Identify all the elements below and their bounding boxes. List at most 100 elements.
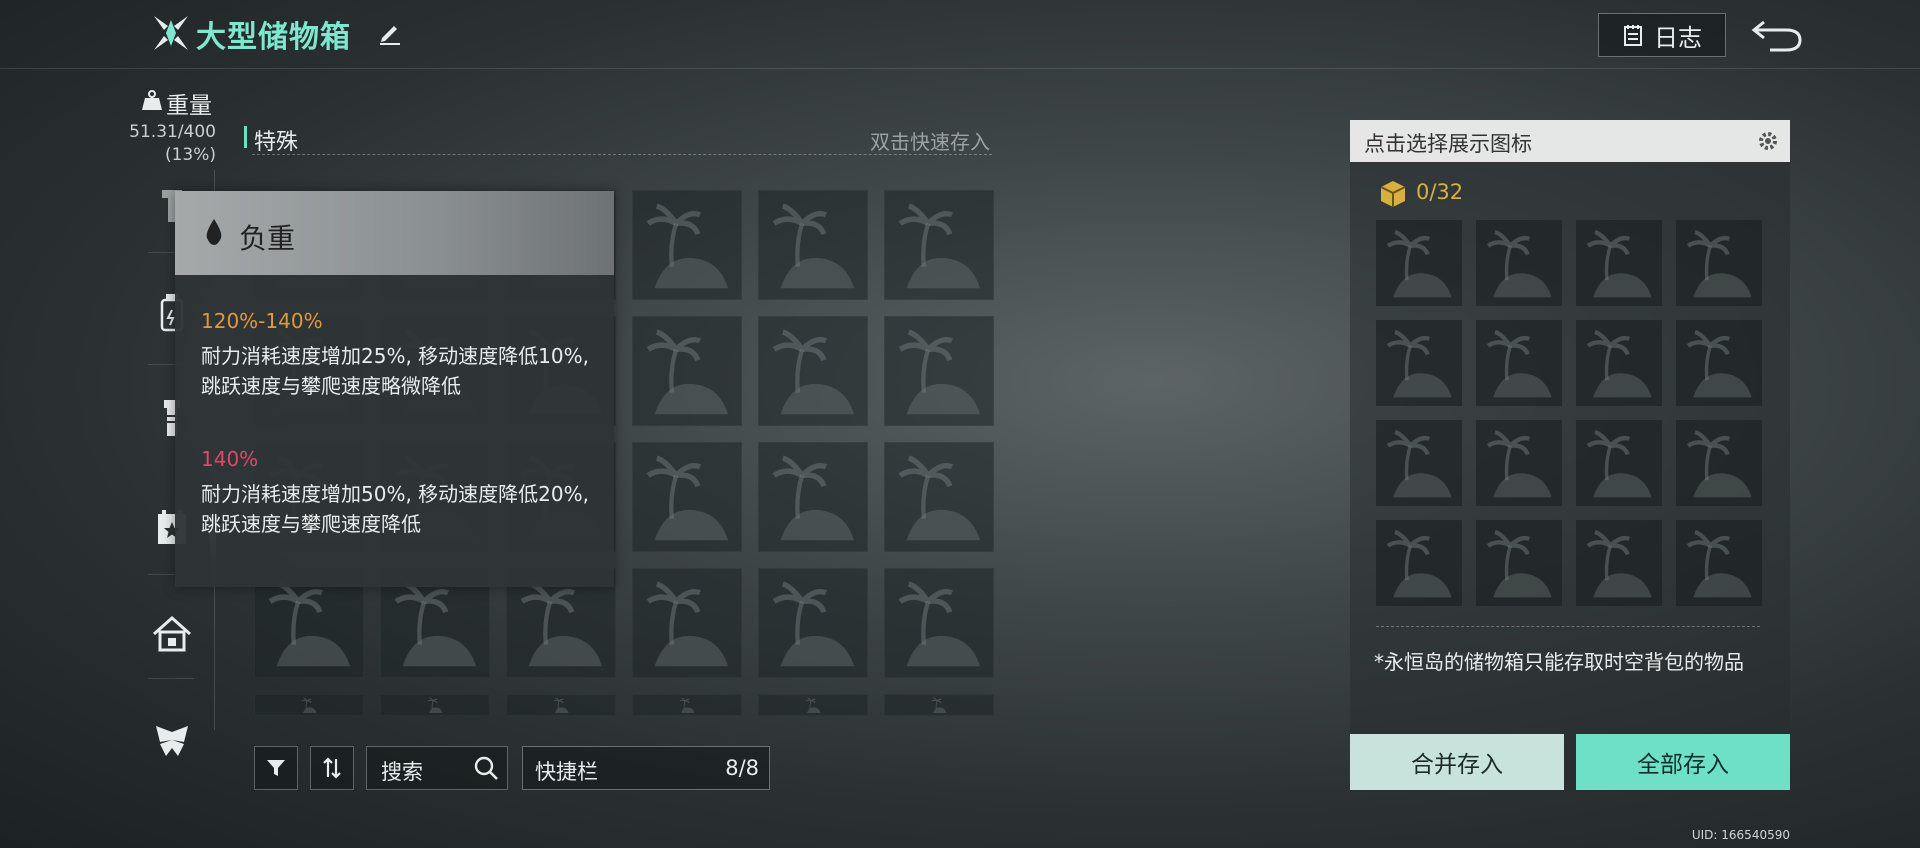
storage-slot[interactable] <box>1376 520 1462 606</box>
section-accent <box>244 126 247 148</box>
palm-island-icon <box>1486 429 1552 498</box>
log-button[interactable]: 日志 <box>1598 13 1726 57</box>
sort-button[interactable] <box>310 746 354 790</box>
palm-island-icon <box>1586 429 1652 498</box>
storage-divider <box>1376 626 1760 627</box>
storage-slot[interactable] <box>1476 320 1562 406</box>
inventory-slot[interactable] <box>758 190 868 300</box>
storage-slot[interactable] <box>1576 220 1662 306</box>
storage-slot[interactable] <box>1576 520 1662 606</box>
box-icon <box>1380 181 1406 207</box>
palm-island-icon <box>1586 529 1652 598</box>
palm-island-icon <box>772 329 855 415</box>
palm-island-icon <box>679 697 695 713</box>
palm-island-icon <box>427 697 443 713</box>
storage-slot[interactable] <box>1576 320 1662 406</box>
storage-slot[interactable] <box>1676 320 1762 406</box>
palm-island-icon <box>1486 329 1552 398</box>
storage-slot[interactable] <box>1376 420 1462 506</box>
inventory-slot[interactable] <box>632 568 742 678</box>
palm-island-icon <box>553 697 569 713</box>
inventory-slot[interactable] <box>884 190 994 300</box>
inventory-slot[interactable] <box>884 316 994 426</box>
inventory-slot[interactable] <box>632 316 742 426</box>
inventory-slot[interactable] <box>632 694 742 716</box>
tier-description: 耐力消耗速度增加50%, 移动速度降低20%, 跳跃速度与攀爬速度降低 <box>201 482 589 536</box>
weight-label: 重量 <box>166 93 212 119</box>
storage-slot[interactable] <box>1576 420 1662 506</box>
palm-island-icon <box>898 203 981 289</box>
inventory-slot[interactable] <box>758 442 868 552</box>
weight-tooltip: 负重 120%-140% 耐力消耗速度增加25%, 移动速度降低10%, 跳跃速… <box>175 191 614 587</box>
palm-island-icon <box>898 455 981 541</box>
palm-island-icon <box>805 697 821 713</box>
inventory-slot[interactable] <box>380 694 490 716</box>
palm-island-icon <box>646 581 729 667</box>
inventory-slot[interactable] <box>254 694 364 716</box>
butterfly-icon[interactable] <box>150 718 194 762</box>
tooltip-header: 负重 <box>175 191 614 275</box>
filter-icon <box>267 760 285 776</box>
sort-icon <box>323 757 341 779</box>
palm-island-icon <box>1686 229 1752 298</box>
filter-button[interactable] <box>254 746 298 790</box>
palm-island-icon <box>1386 329 1452 398</box>
quickbar-button[interactable]: 快捷栏 8/8 <box>522 746 770 790</box>
storage-slot[interactable] <box>1676 520 1762 606</box>
palm-island-icon <box>1686 529 1752 598</box>
section-divider <box>252 154 992 155</box>
drop-icon <box>206 219 222 245</box>
palm-island-icon <box>1486 229 1552 298</box>
search-input[interactable]: 搜索 <box>366 746 508 790</box>
inventory-slot[interactable] <box>884 694 994 716</box>
inventory-slot[interactable] <box>884 568 994 678</box>
section-hint: 双击快速存入 <box>870 130 990 154</box>
weight-icon <box>142 90 162 110</box>
palm-island-icon <box>772 203 855 289</box>
quickbar-label: 快捷栏 <box>535 760 598 784</box>
tier-range: 120%-140% <box>201 309 323 333</box>
search-label: 搜索 <box>381 760 423 784</box>
palm-island-icon <box>772 581 855 667</box>
storage-slot[interactable] <box>1676 420 1762 506</box>
storage-note: *永恒岛的储物箱只能存取时空背包的物品 <box>1374 650 1744 674</box>
palm-island-icon <box>898 329 981 415</box>
section-title: 特殊 <box>254 130 299 155</box>
tooltip-title: 负重 <box>239 222 296 255</box>
storage-slot[interactable] <box>1476 420 1562 506</box>
weight-value: 51.31/400 <box>129 122 216 142</box>
search-icon[interactable] <box>473 755 499 781</box>
inventory-slot[interactable] <box>506 694 616 716</box>
tier-range: 140% <box>201 447 259 471</box>
icon-select-label: 点击选择展示图标 <box>1364 132 1532 156</box>
log-label: 日志 <box>1654 23 1702 52</box>
home-icon[interactable] <box>150 612 194 656</box>
inventory-slot[interactable] <box>884 442 994 552</box>
palm-island-icon <box>646 203 729 289</box>
storage-slot[interactable] <box>1376 220 1462 306</box>
palm-island-icon <box>898 581 981 667</box>
storage-slot[interactable] <box>1476 220 1562 306</box>
edit-icon[interactable] <box>376 18 404 46</box>
uid-label: UID: 166540590 <box>1691 828 1790 842</box>
inventory-slot[interactable] <box>758 568 868 678</box>
merge-store-button[interactable]: 合并存入 <box>1350 734 1564 790</box>
palm-island-icon <box>1586 229 1652 298</box>
palm-island-icon <box>1586 329 1652 398</box>
storage-slot[interactable] <box>1376 320 1462 406</box>
storage-slot[interactable] <box>1676 220 1762 306</box>
inventory-slot[interactable] <box>632 442 742 552</box>
storage-slot[interactable] <box>1476 520 1562 606</box>
display-icon-selector[interactable]: 点击选择展示图标 <box>1350 120 1790 162</box>
inventory-slot[interactable] <box>632 190 742 300</box>
palm-island-icon <box>1486 529 1552 598</box>
palm-island-icon <box>1386 229 1452 298</box>
page-title: 大型储物箱 <box>196 20 351 55</box>
back-icon[interactable] <box>1750 12 1806 56</box>
weight-percent: (13%) <box>164 145 216 165</box>
store-all-button[interactable]: 全部存入 <box>1576 734 1790 790</box>
logo-icon <box>154 16 188 50</box>
gear-icon[interactable] <box>1756 129 1780 153</box>
inventory-slot[interactable] <box>758 694 868 716</box>
inventory-slot[interactable] <box>758 316 868 426</box>
